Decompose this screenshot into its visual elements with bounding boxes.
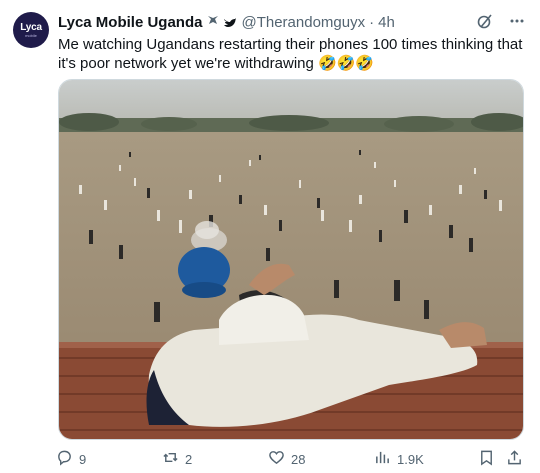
reply-button[interactable]: 9 — [56, 449, 86, 469]
share-icon — [506, 449, 523, 469]
header-actions — [476, 12, 526, 30]
author-name[interactable]: Lyca Mobile Uganda — [58, 14, 202, 31]
avatar-subtext: mobile — [25, 32, 37, 38]
bird-icon — [223, 15, 237, 29]
avatar-brand-text: Lyca — [20, 21, 42, 33]
like-button[interactable]: 28 — [268, 449, 305, 469]
share-button[interactable] — [506, 449, 523, 469]
grok-icon[interactable] — [476, 12, 494, 30]
reply-count: 9 — [79, 451, 87, 467]
retweet-count: 2 — [185, 451, 193, 467]
views-icon — [374, 449, 391, 469]
avatar[interactable]: Lyca mobile — [13, 12, 49, 48]
verified-badge-icon — [206, 14, 220, 31]
author-handle[interactable]: @Therandomguyx — [241, 14, 365, 31]
separator-dot: · — [369, 13, 375, 31]
retweet-icon — [162, 449, 179, 469]
retweet-button[interactable]: 2 — [162, 449, 192, 469]
tweet-header: Lyca Mobile Uganda @Therandomguyx · 4h — [58, 12, 532, 32]
views-button[interactable]: 1.9K — [374, 449, 424, 469]
bookmark-button[interactable] — [478, 449, 495, 469]
more-icon[interactable] — [508, 12, 526, 30]
views-count: 1.9K — [397, 451, 424, 467]
reply-icon — [56, 449, 73, 469]
tweet-time[interactable]: 4h — [378, 14, 395, 31]
tweet-actions: 9 2 28 1.9K — [50, 448, 530, 470]
like-count: 28 — [291, 451, 306, 467]
like-icon — [268, 449, 285, 469]
bookmark-icon — [478, 449, 495, 469]
tweet-text: Me watching Ugandans restarting their ph… — [58, 36, 523, 72]
tweet-photo[interactable] — [58, 79, 524, 440]
